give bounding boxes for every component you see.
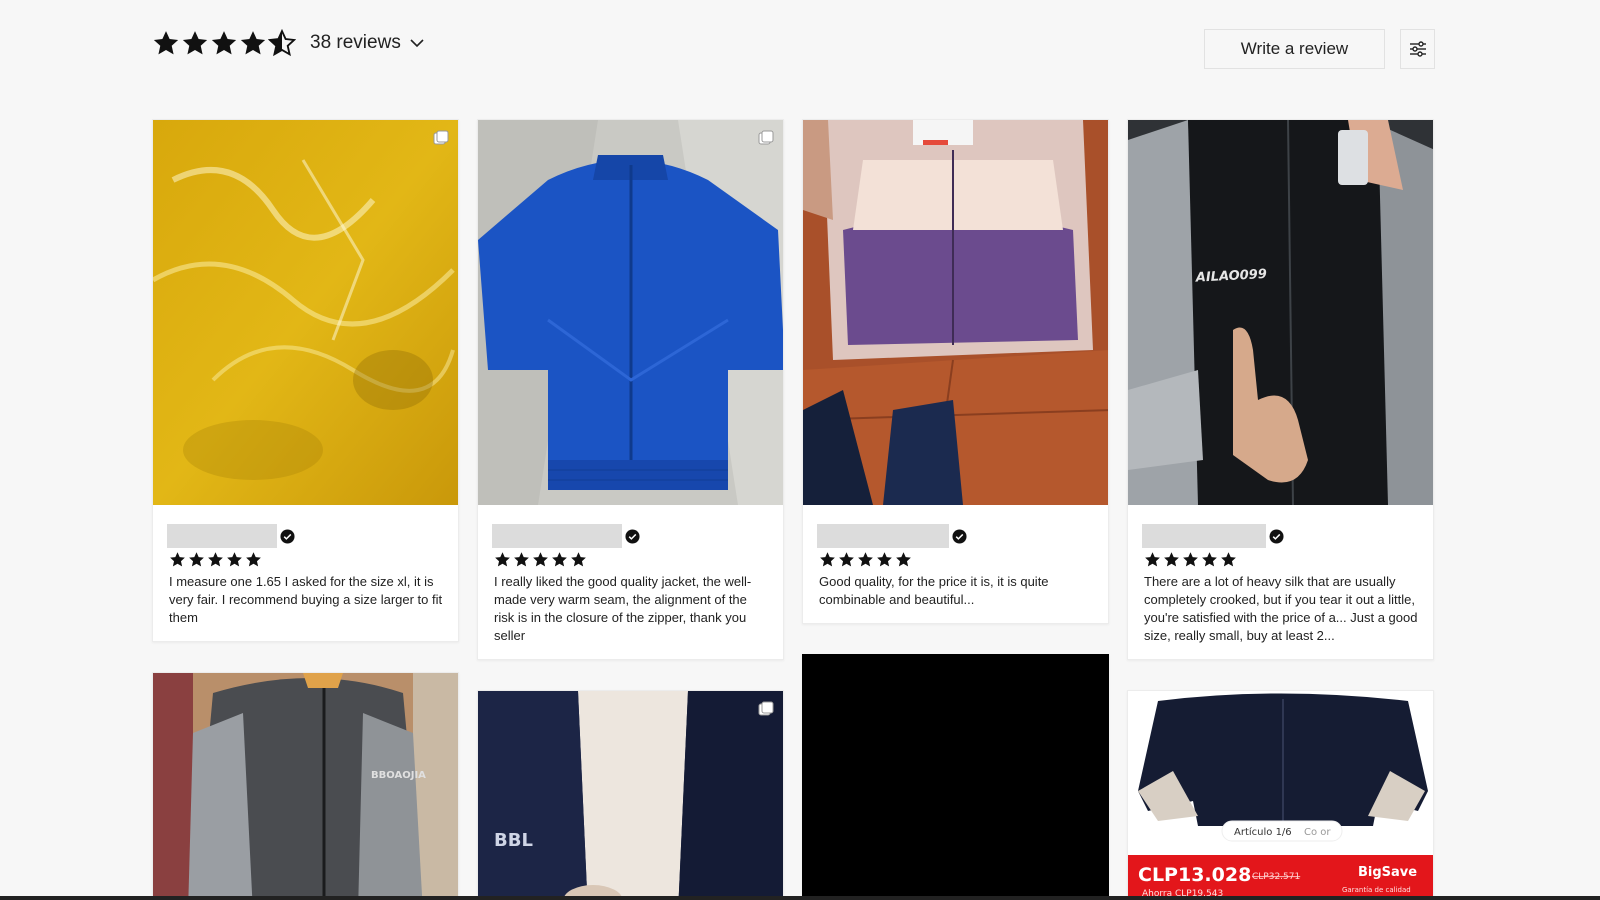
guarantee-label: Garantía de calidad (1342, 886, 1411, 894)
star-icon (208, 552, 223, 567)
bottom-edge (0, 896, 1600, 900)
review-photo[interactable] (803, 120, 1108, 505)
reviews-count-label: 38 reviews (310, 32, 401, 53)
review-card[interactable]: AILAO099 There are a lot of heavy silk t… (1127, 119, 1434, 660)
review-body: I really liked the good quality jacket, … (478, 505, 783, 659)
old-price-label: CLP32.571 (1252, 872, 1300, 882)
review-photo-image: BBL (478, 691, 783, 900)
write-review-button[interactable]: Write a review (1204, 29, 1385, 69)
star-icon (571, 552, 586, 567)
article-label: Artículo 1/6 (1234, 826, 1292, 838)
review-photo[interactable] (153, 120, 458, 505)
star-icon (1202, 552, 1217, 567)
review-photo[interactable]: AILAO099 (1128, 120, 1433, 505)
review-card[interactable]: I measure one 1.65 I asked for the size … (152, 119, 459, 642)
review-photo-image (803, 120, 1108, 505)
review-body: I measure one 1.65 I asked for the size … (153, 505, 458, 641)
reviewer-row (492, 523, 769, 549)
star-icon (189, 552, 204, 567)
filter-button[interactable] (1400, 29, 1435, 69)
star-icon (211, 31, 237, 55)
review-body: There are a lot of heavy silk that are u… (1128, 505, 1433, 659)
star-icon (227, 552, 242, 567)
star-icon (246, 552, 261, 567)
half-star-icon (268, 29, 296, 57)
review-card[interactable]: Good quality, for the price it is, it is… (802, 119, 1109, 624)
review-photo[interactable] (478, 120, 783, 505)
review-card[interactable]: BBL (477, 690, 784, 900)
star-icon (1164, 552, 1179, 567)
star-icon (1221, 552, 1236, 567)
average-rating-stars (152, 29, 296, 57)
reviewer-row (1142, 523, 1419, 549)
color-label: Co or (1304, 827, 1331, 838)
chevron-down-icon (410, 39, 424, 48)
multiple-photos-icon (433, 130, 449, 145)
star-icon (839, 552, 854, 567)
star-icon (1145, 552, 1160, 567)
review-text: There are a lot of heavy silk that are u… (1144, 574, 1418, 643)
star-icon (896, 552, 911, 567)
reviews-header: 38 reviews Write a review (152, 26, 1435, 70)
star-icon (170, 552, 185, 567)
review-text: Good quality, for the price it is, it is… (819, 574, 1049, 607)
jacket-logo-text: BBOAOJIA (371, 770, 426, 781)
reviews-count-dropdown[interactable]: 38 reviews (310, 32, 425, 54)
review-photo-image (153, 120, 458, 505)
bigsave-badge: BigSave (1358, 865, 1417, 880)
star-icon (1183, 552, 1198, 567)
review-text: I really liked the good quality jacket, … (494, 574, 752, 643)
star-icon (240, 31, 266, 55)
reviewer-name-redacted (817, 524, 949, 548)
reviewer-name-redacted (492, 524, 622, 548)
star-icon (495, 552, 510, 567)
verified-check-icon (1269, 528, 1284, 544)
review-text: I measure one 1.65 I asked for the size … (169, 574, 443, 625)
review-rating-stars (169, 551, 444, 568)
review-photo[interactable]: BBOAOJIA (153, 673, 458, 900)
verified-check-icon (952, 528, 967, 544)
review-body: Good quality, for the price it is, it is… (803, 505, 1108, 623)
reviewer-row (167, 523, 444, 549)
reviewer-name-redacted (167, 524, 277, 548)
review-video[interactable] (803, 655, 1108, 900)
star-icon (877, 552, 892, 567)
review-photo[interactable]: BBL (478, 691, 783, 900)
multiple-photos-icon (758, 701, 774, 716)
review-card[interactable] (802, 654, 1109, 900)
review-card[interactable]: I really liked the good quality jacket, … (477, 119, 784, 660)
sliders-icon (1409, 41, 1426, 57)
star-icon (858, 552, 873, 567)
review-rating-stars (494, 551, 769, 568)
star-icon (533, 552, 548, 567)
price-label: CLP13.028 (1138, 864, 1251, 886)
review-rating-stars (1144, 551, 1419, 568)
reviewer-row (817, 523, 1094, 549)
verified-check-icon (625, 528, 640, 544)
multiple-photos-icon (758, 130, 774, 145)
verified-check-icon (280, 528, 295, 544)
reviewer-name-redacted (1142, 524, 1266, 548)
star-icon (552, 552, 567, 567)
review-card[interactable]: BBOAOJIA (152, 672, 459, 900)
star-icon (182, 31, 208, 55)
review-photo-image (478, 120, 783, 505)
review-photo-image: AILAO099 (1128, 120, 1433, 505)
star-icon (820, 552, 835, 567)
review-photo[interactable]: Artículo 1/6 Co or CLP13.028 CLP32.571 B… (1128, 691, 1433, 900)
review-rating-stars (819, 551, 1094, 568)
star-icon (514, 552, 529, 567)
star-icon (153, 31, 179, 55)
jacket-logo-text: BBL (494, 830, 533, 851)
review-photo-image: Artículo 1/6 Co or CLP13.028 CLP32.571 B… (1128, 691, 1433, 900)
review-photo-image: BBOAOJIA (153, 673, 458, 900)
review-card[interactable]: Artículo 1/6 Co or CLP13.028 CLP32.571 B… (1127, 690, 1434, 900)
